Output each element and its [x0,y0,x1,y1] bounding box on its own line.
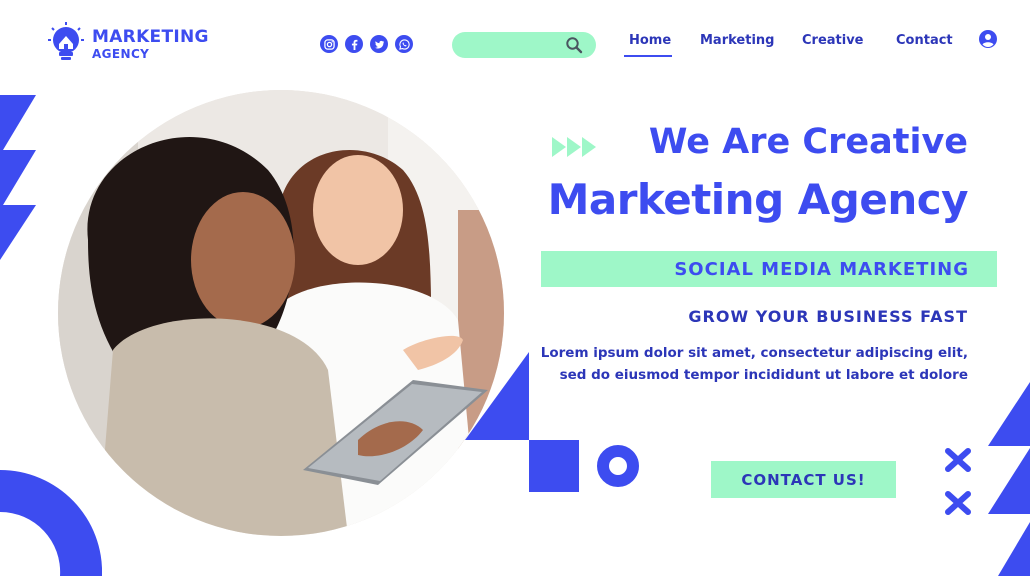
brand-logo[interactable]: MARKETING AGENCY [46,22,209,66]
hero-subheading: GROW YOUR BUSINESS FAST [688,307,968,326]
active-nav-indicator [624,55,672,57]
geometric-ring-shape [597,445,639,487]
two-women-with-tablet-photo [58,90,504,536]
social-links [320,35,413,53]
right-triangles-shape [988,382,1030,576]
geometric-square-shape [529,440,579,492]
x-marks-shape [945,448,971,515]
nav-creative[interactable]: Creative [802,33,864,48]
hero-title-line2: Marketing Agency [547,175,969,224]
facebook-icon[interactable] [345,35,363,53]
band-text: SOCIAL MEDIA MARKETING [674,259,969,280]
triple-arrow-icon [552,137,596,157]
highlight-band: SOCIAL MEDIA MARKETING [541,251,997,287]
instagram-icon[interactable] [320,35,338,53]
lightbulb-house-icon [48,22,84,60]
bottom-left-ring-shape [0,470,102,576]
nav-contact[interactable]: Contact [896,33,953,48]
contact-us-button[interactable]: CONTACT US! [711,461,896,498]
twitter-icon[interactable] [370,35,388,53]
brand-name: MARKETING [92,26,209,47]
whatsapp-icon[interactable] [395,35,413,53]
hero-photo [58,90,504,536]
hero-title-line1: We Are Creative [648,122,968,162]
search-icon[interactable] [565,36,583,54]
left-zigzag-shape [0,95,36,260]
nav-home[interactable]: Home [629,33,671,48]
user-icon[interactable] [979,30,997,48]
nav-marketing[interactable]: Marketing [700,33,774,48]
hero-body-text: Lorem ipsum dolor sit amet, consectetur … [540,345,968,383]
search-bar[interactable] [452,32,596,58]
search-input[interactable] [464,36,564,54]
brand-subtitle: AGENCY [92,46,150,61]
